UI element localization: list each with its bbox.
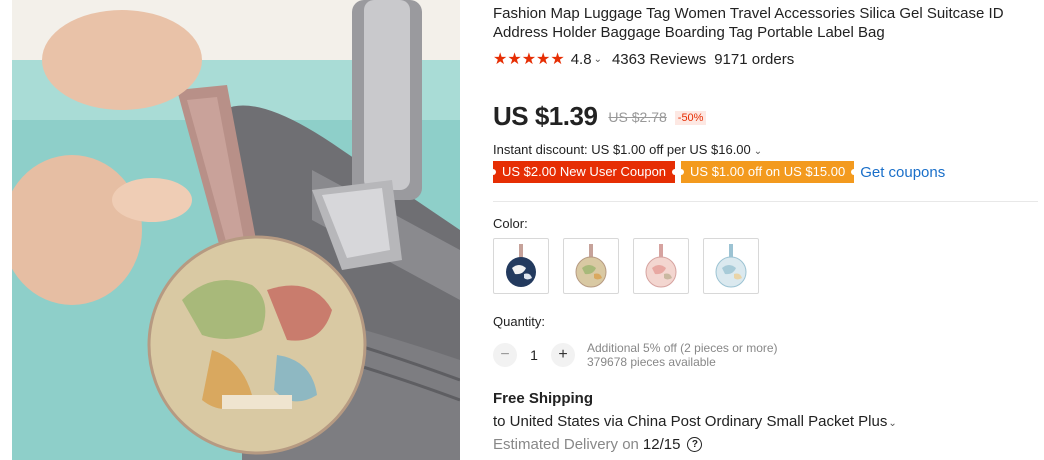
beige-map-icon [575,244,607,288]
estimated-delivery: Estimated Delivery on 12/15 ? [493,436,703,453]
blue-map-icon [715,244,747,288]
color-option-pink-map[interactable] [633,238,689,294]
instant-discount-text: Instant discount: US $1.00 off per US $1… [493,142,751,157]
star-rating-icon: ★★★★★ [493,51,565,68]
color-option-beige-map[interactable] [563,238,619,294]
quantity-value[interactable]: 1 [517,347,551,363]
color-options [493,238,773,294]
discount-badge: -50% [674,111,707,125]
color-option-blue-map[interactable] [703,238,759,294]
chevron-down-icon[interactable]: ⌄ [754,146,762,157]
reviews-link[interactable]: 4363 Reviews [612,51,706,68]
divider [493,201,1038,202]
quantity-label: Quantity: [493,314,546,329]
shipping-method-text: to United States via China Post Ordinary… [493,413,888,430]
navy-map-icon [506,244,536,287]
color-label: Color: [493,216,528,231]
decrease-quantity-button[interactable]: − [493,343,517,367]
instant-discount[interactable]: Instant discount: US $1.00 off per US $1… [493,142,772,157]
rating-row: ★★★★★ 4.8 ⌄ 4363 Reviews 9171 orders [493,50,795,69]
get-coupons-link[interactable]: Get coupons [860,164,945,181]
luggage-tag-photo [12,0,460,460]
quantity-note: Additional 5% off (2 pieces or more) 379… [587,341,778,369]
store-coupon[interactable]: US $1.00 off on US $15.00 [678,161,858,183]
product-image[interactable] [12,0,460,460]
pieces-available: 379678 pieces available [587,355,716,369]
help-icon[interactable]: ? [687,437,703,452]
chevron-down-icon[interactable]: ⌄ [594,54,602,65]
increase-quantity-button[interactable]: + [551,343,575,367]
product-title: Fashion Map Luggage Tag Women Travel Acc… [493,5,1004,41]
bulk-discount-note: Additional 5% off (2 pieces or more) [587,341,778,355]
current-price: US $1.39 [493,101,598,131]
chevron-down-icon[interactable]: ⌄ [888,418,896,429]
delivery-label: Estimated Delivery on [493,436,639,453]
orders-count: 9171 orders [714,50,795,68]
quantity-stepper: − 1 + Additional 5% off (2 pieces or mor… [493,341,778,369]
coupon-row: US $2.00 New User Coupon US $1.00 off on… [489,161,945,183]
rating-score[interactable]: 4.8 [571,51,592,68]
pink-map-icon [645,244,677,288]
shipping-method[interactable]: to United States via China Post Ordinary… [493,413,907,430]
delivery-date: 12/15 [642,436,681,453]
original-price: US $2.78 [608,109,667,125]
color-option-navy-map[interactable] [493,238,549,294]
price-row: US $1.39 US $2.78 -50% [493,101,707,132]
shipping-title: Free Shipping [493,390,594,407]
new-user-coupon[interactable]: US $2.00 New User Coupon [489,161,679,183]
